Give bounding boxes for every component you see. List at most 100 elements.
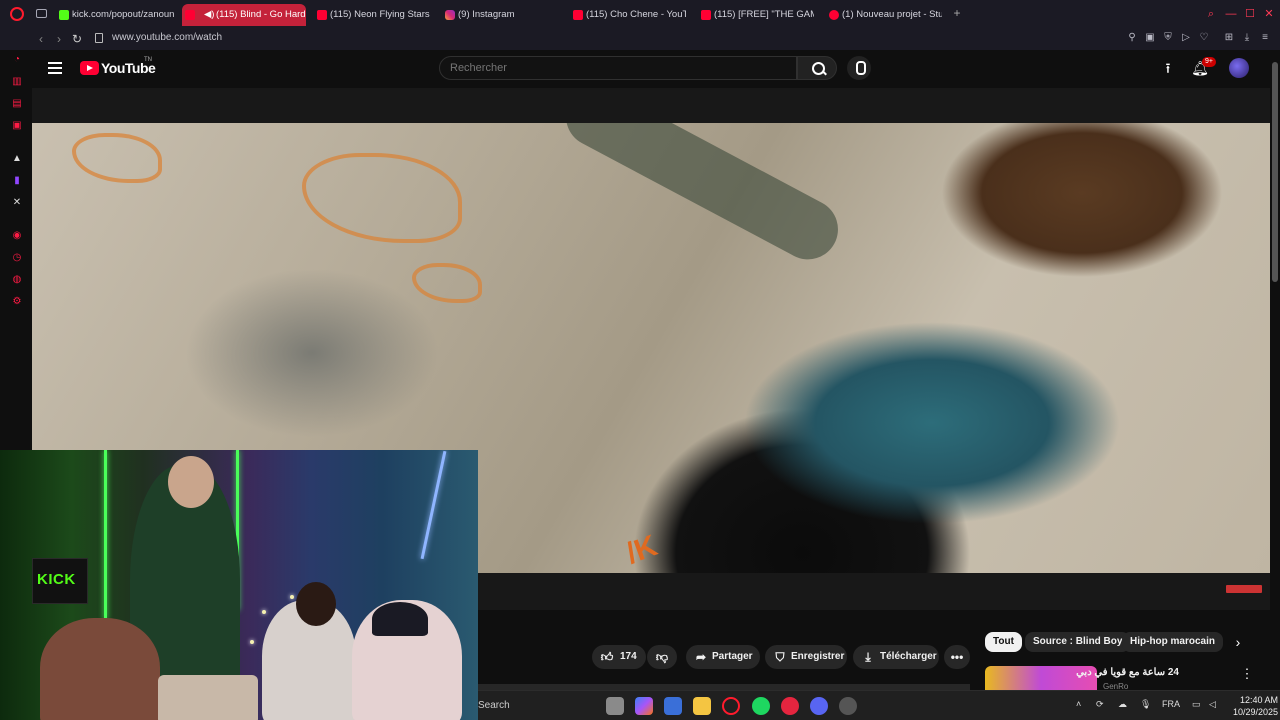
download-icon[interactable]: ⤓ <box>1241 32 1253 44</box>
player-icon[interactable]: ▣ <box>11 120 23 132</box>
chip-hip-hop-marocain[interactable]: Hip-hop marocain <box>1122 632 1224 652</box>
opera-logo-icon[interactable] <box>10 7 24 21</box>
maximize-icon[interactable]: ☐ <box>1244 8 1256 20</box>
reload-icon[interactable]: ↻ <box>70 31 84 47</box>
youtube-header: YouTube TN ⭱ 🔔︎ 9+ <box>32 50 1270 88</box>
chip-source-blind-boy[interactable]: Source : Blind Boy <box>1025 632 1131 652</box>
workspaces-icon[interactable] <box>36 9 47 18</box>
tab-label: (115) Cho Chene - YouTu <box>586 9 686 20</box>
tab-cho-chene[interactable]: (115) Cho Chene - YouTu <box>570 4 686 26</box>
tray-sync-icon[interactable]: ⟳ <box>1096 699 1104 710</box>
play-icon[interactable]: ▷ <box>1180 32 1192 44</box>
store-icon[interactable]: ▥ <box>11 76 23 88</box>
arrow-app-icon[interactable]: ▲ <box>11 153 23 165</box>
person-head <box>296 582 336 626</box>
scrollbar-thumb[interactable] <box>1272 62 1278 282</box>
like-count: 174 <box>620 651 637 662</box>
twitch-icon[interactable]: ▮ <box>11 175 23 187</box>
like-button[interactable]: 👍︎ 174 <box>592 645 646 669</box>
more-vertical-icon[interactable]: ⋮ <box>1240 666 1254 682</box>
x-twitter-icon[interactable]: ✕ <box>11 197 23 209</box>
tab-free-the-game[interactable]: (115) [FREE] "THE GAME" <box>698 4 814 26</box>
notification-badge: 9+ <box>1202 57 1216 67</box>
download-button[interactable]: ⤓ Télécharger <box>853 645 939 669</box>
messenger-icon[interactable]: ▤ <box>11 98 23 110</box>
upload-icon[interactable]: ⭱ <box>1159 59 1177 77</box>
thumbs-down-icon: 👎︎ <box>655 650 669 664</box>
pin-icon[interactable]: ⚲ <box>1126 32 1138 44</box>
tray-volume-icon[interactable]: ◁ <box>1209 699 1216 710</box>
taskbar-search[interactable]: Search <box>478 695 598 717</box>
page-scrollbar[interactable] <box>1270 50 1280 690</box>
forward-icon[interactable]: › <box>52 31 66 47</box>
chip-all[interactable]: Tout <box>985 632 1022 652</box>
bulb-icon[interactable]: ◍ <box>11 274 23 286</box>
shield-icon[interactable]: ⛨ <box>1162 32 1174 44</box>
video-scene <box>555 123 849 270</box>
dislike-button[interactable]: 👎︎ <box>647 645 677 669</box>
kick-sign-text: KICK <box>37 571 76 588</box>
windows-taskbar: Search ˄ ⟳ ☁ 🎙︎ FRA ▭ ◁ 12:40 AM 10/29/2… <box>478 690 1280 720</box>
settings-gear-icon[interactable]: ⚙ <box>11 296 23 308</box>
search-input[interactable] <box>450 62 780 74</box>
history-icon[interactable]: ◷ <box>11 252 23 264</box>
heart-icon[interactable]: ♡ <box>1198 32 1210 44</box>
search-tabs-icon[interactable]: ⌕ <box>1205 8 1217 20</box>
fairy-light <box>290 595 294 599</box>
tab-kick[interactable]: kick.com/popout/zanoun <box>56 4 176 26</box>
discord-icon[interactable] <box>810 697 828 715</box>
youtube-play-icon <box>80 61 99 75</box>
studio-favicon-icon <box>829 10 839 20</box>
file-explorer-icon[interactable] <box>693 697 711 715</box>
cap <box>372 602 428 636</box>
share-button[interactable]: ➦ Partager <box>686 645 760 669</box>
tray-chevron-icon[interactable]: ˄ <box>1076 699 1081 709</box>
store-app-icon[interactable] <box>664 697 682 715</box>
tray-mic-icon[interactable]: 🎙︎ <box>1140 699 1151 710</box>
opera-gx-icon[interactable] <box>722 697 740 715</box>
tab-label: (115) [FREE] "THE GAME" <box>714 9 814 20</box>
tray-cloud-icon[interactable]: ☁ <box>1118 699 1127 710</box>
youtube-favicon-icon <box>573 10 583 20</box>
shirt-logo: /K <box>621 529 662 571</box>
fairy-light <box>262 610 266 614</box>
menu-icon[interactable]: ≡ <box>1259 32 1271 44</box>
close-icon[interactable]: ✕ <box>1263 8 1275 20</box>
tray-monitor-icon[interactable]: ▭ <box>1192 699 1201 710</box>
tab-neon-flying-stars[interactable]: (115) Neon Flying Stars B <box>314 4 430 26</box>
camera-icon[interactable]: ▣ <box>1144 32 1156 44</box>
search-button[interactable] <box>797 56 837 80</box>
recommended-title[interactable]: 24 ساعة مع قويا في دبي <box>1076 667 1179 678</box>
spotify-icon[interactable] <box>752 697 770 715</box>
tab-label: (115) Neon Flying Stars B <box>330 9 430 20</box>
taskbar-clock[interactable]: 12:40 AM 10/29/2025 <box>1220 694 1278 718</box>
save-button[interactable]: ⛉ Enregistrer <box>765 645 847 669</box>
clock-date: 10/29/2025 <box>1232 707 1278 717</box>
tab-instagram[interactable]: (9) Instagram <box>442 4 558 26</box>
speaker-icon[interactable]: ◀) <box>204 4 214 26</box>
minimize-icon[interactable]: — <box>1225 8 1237 20</box>
hamburger-menu-icon[interactable] <box>48 62 62 74</box>
chevron-right-icon[interactable]: › <box>1230 634 1246 650</box>
speed-dial-icon[interactable]: ◉ <box>11 230 23 242</box>
tab-blind-go-hard[interactable]: ◀) (115) Blind - Go Hard <box>182 4 306 26</box>
copilot-icon[interactable] <box>635 697 653 715</box>
task-view-icon[interactable] <box>606 697 624 715</box>
lock-icon[interactable] <box>95 33 103 43</box>
snapshot-icon[interactable]: ⊞ <box>1223 32 1235 44</box>
subscribe-watermark-icon[interactable] <box>1226 585 1262 593</box>
app-icon[interactable] <box>781 697 799 715</box>
url-field[interactable]: www.youtube.com/watch <box>112 32 222 43</box>
neon-light <box>104 450 107 620</box>
browser-tab-bar: kick.com/popout/zanoun ◀) (115) Blind - … <box>0 0 1280 28</box>
new-tab-button[interactable]: + <box>950 6 964 20</box>
more-actions-button[interactable]: ••• <box>944 645 970 669</box>
voice-search-button[interactable] <box>847 56 871 80</box>
language-indicator[interactable]: FRA <box>1162 699 1180 709</box>
tab-nouveau-projet[interactable]: (1) Nouveau projet - Studi <box>826 4 942 26</box>
obs-icon[interactable] <box>839 697 857 715</box>
bookmark-icon: ⛉ <box>775 650 785 664</box>
aria-icon[interactable]: ◔ <box>11 54 23 66</box>
back-icon[interactable]: ‹ <box>34 31 48 47</box>
avatar[interactable] <box>1229 58 1249 78</box>
